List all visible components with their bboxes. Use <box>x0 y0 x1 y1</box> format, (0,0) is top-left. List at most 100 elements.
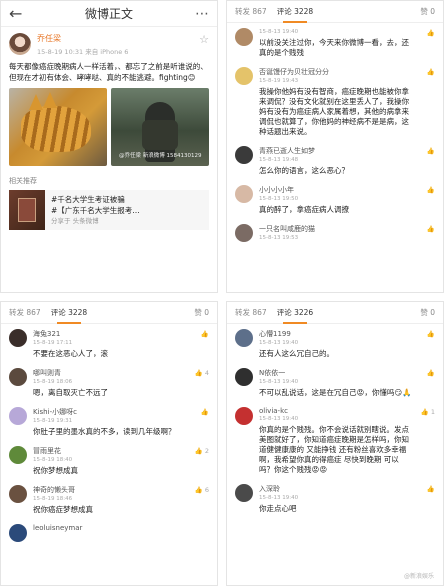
comment-item[interactable]: 哪叫则青 15-8-19 18:06 嗯，离自取灭亡不远了 👍 4 <box>1 363 217 402</box>
avatar[interactable] <box>235 28 253 46</box>
comment-text: 怎么你的语言，这么恶心？ <box>259 166 349 175</box>
comment-time: 15-8-13 19:40 <box>259 416 299 422</box>
like-icon[interactable]: 👍 <box>427 485 435 493</box>
avatar[interactable] <box>9 446 27 464</box>
comment-time: 15-8-13 19:40 <box>259 29 299 35</box>
like-icon[interactable]: 👍 6 <box>195 486 209 494</box>
stat-bar: 转发 867 评论 3226 赞 0 <box>227 302 443 324</box>
stat-bar: 转发 867 评论 3228 赞 0 <box>227 1 443 23</box>
comments-panel-b: 转发 867 评论 3228 赞 0 15-8-13 19:40 以前没关注过你，… <box>226 0 444 293</box>
comment-author[interactable]: 一只名叫咸鹿的猫 <box>259 224 413 234</box>
avatar[interactable] <box>9 485 27 503</box>
avatar[interactable] <box>9 33 31 55</box>
comment-text: 真的醉了，拿癌症病人调撩 <box>259 205 349 214</box>
comment-author[interactable]: 海兔321 <box>33 329 187 339</box>
like-icon[interactable]: 👍 4 <box>195 369 209 377</box>
comment-time: 15-8-13 19:53 <box>259 235 299 241</box>
like-icon[interactable]: 👍 <box>427 147 435 155</box>
comment-item[interactable]: 入深聆 15-8-13 19:40 你走点心吧 👍 <box>227 479 443 518</box>
comment-author[interactable]: 小小小小年 <box>259 185 413 195</box>
comment-item[interactable]: 15-8-13 19:40 以前没关注过你，今天来你微博一看，去，还真的是个贱残 👍 <box>227 23 443 62</box>
author-name[interactable]: 乔任梁 <box>37 33 209 44</box>
avatar[interactable] <box>235 185 253 203</box>
post-image-cat[interactable] <box>9 88 107 166</box>
post-image-person[interactable]: @乔任梁 新浪微博 1584130129 <box>111 88 209 166</box>
comment-author[interactable]: 心懵1199 <box>259 329 413 339</box>
avatar[interactable] <box>9 407 27 425</box>
comment-item[interactable]: 一只名叫咸鹿的猫 15-8-13 19:53 👍 <box>227 219 443 248</box>
related-line2: #【广东千名大学生报考… <box>51 205 140 215</box>
avatar[interactable] <box>9 524 27 542</box>
comment-item[interactable]: Kishi-小娜呀c 15-8-19 19:31 你肚子里的墨水真的不多，读到几年级… <box>1 402 217 441</box>
tab-reposts[interactable]: 转发 867 <box>9 307 41 318</box>
like-icon[interactable]: 👍 <box>201 408 209 416</box>
more-icon[interactable]: ⋯ <box>189 6 209 22</box>
post-time: 15-8-19 10:31 来自 iPhone 6 <box>37 48 129 56</box>
comment-item[interactable]: 冒雨里花 15-8-19 18:40 祝你梦想成真 👍 2 <box>1 441 217 480</box>
comment-author[interactable]: N依依一 <box>259 368 413 378</box>
avatar[interactable] <box>235 407 253 425</box>
avatar[interactable] <box>235 224 253 242</box>
comment-time: 15-8-13 19:40 <box>259 340 299 346</box>
like-icon[interactable]: 👍 <box>427 330 435 338</box>
avatar[interactable] <box>235 67 253 85</box>
related-thumbnail <box>9 190 45 230</box>
like-icon[interactable]: 👍 2 <box>195 447 209 455</box>
comment-item[interactable]: 青燕已逝人生如梦 15-8-13 19:48 怎么你的语言，这么恶心？ 👍 <box>227 141 443 180</box>
like-icon[interactable]: 👍 <box>427 186 435 194</box>
comment-list: 海兔321 15-8-19 17:11 不要在这恶心人了，滚 👍 哪叫则青 15-8-19… <box>1 324 217 546</box>
like-icon[interactable]: 👍 <box>201 330 209 338</box>
comments-panel-c: 转发 867 评论 3228 赞 0 海兔321 15-8-19 17:11 不要在… <box>0 301 218 586</box>
comment-author[interactable]: 否诞馒仔为贝壮冠分分 <box>259 67 413 77</box>
watermark: @新浪娱乐 <box>403 573 434 580</box>
like-icon[interactable]: 👍 <box>427 29 435 37</box>
comment-author[interactable]: Kishi-小娜呀c <box>33 407 187 417</box>
comment-item[interactable]: 小小小小年 15-8-13 19:50 真的醉了，拿癌症病人调撩 👍 <box>227 180 443 219</box>
comment-author[interactable]: olivia-kc <box>259 407 413 415</box>
comment-item[interactable]: N依依一 15-8-13 19:40 不可以乱说话，这是在冗自己😡，你懂吗😏🙏 👍 <box>227 363 443 402</box>
comment-text: 你肚子里的墨水真的不多，读到几年级啊？ <box>33 427 176 436</box>
tab-likes[interactable]: 赞 0 <box>420 6 435 17</box>
comment-author[interactable]: 入深聆 <box>259 484 413 494</box>
comment-author[interactable]: 神奇的懒头哥 <box>33 485 187 495</box>
comment-time: 15-8-19 19:31 <box>33 418 73 424</box>
comment-text: 我操你他妈有没有智商，癌症晚期也能被你拿来调侃？没有文化就别在这里丢人了，我操你… <box>259 87 409 136</box>
like-icon[interactable]: 👍 1 <box>421 408 435 416</box>
tab-comments[interactable]: 评论 3228 <box>277 6 313 23</box>
comment-time: 15-8-19 18:46 <box>33 496 73 502</box>
comment-time: 15-8-19 18:40 <box>33 457 73 463</box>
back-arrow-icon[interactable]: ← <box>9 4 29 23</box>
avatar[interactable] <box>9 368 27 386</box>
like-icon[interactable]: 👍 <box>427 68 435 76</box>
avatar[interactable] <box>235 484 253 502</box>
comment-time: 15-8-13 19:40 <box>259 379 299 385</box>
comment-text: 还有人这么冗自己的。 <box>259 349 334 358</box>
comment-item[interactable]: 神奇的懒头哥 15-8-19 18:46 祝你癌症梦想成真 👍 6 <box>1 480 217 519</box>
like-icon[interactable]: 👍 <box>427 369 435 377</box>
post-images: @乔任梁 新浪微博 1584130129 <box>1 86 217 168</box>
tab-comments[interactable]: 评论 3228 <box>51 307 87 324</box>
tab-reposts[interactable]: 转发 867 <box>235 307 267 318</box>
related-card[interactable]: #千名大学生考证被骗 #【广东千名大学生报考… 分享于 头条微博 <box>9 190 209 230</box>
comment-author[interactable]: leoluisneymar <box>33 524 187 532</box>
comment-item[interactable]: 心懵1199 15-8-13 19:40 还有人这么冗自己的。 👍 <box>227 324 443 363</box>
tab-likes[interactable]: 赞 0 <box>420 307 435 318</box>
comment-author[interactable]: 冒雨里花 <box>33 446 187 456</box>
comment-author[interactable]: 青燕已逝人生如梦 <box>259 146 413 156</box>
tab-likes[interactable]: 赞 0 <box>194 307 209 318</box>
comment-item[interactable]: olivia-kc 15-8-13 19:40 你真的是个贱残。你不会说话就别瞎说。… <box>227 402 443 479</box>
comment-item[interactable]: 海兔321 15-8-19 17:11 不要在这恶心人了，滚 👍 <box>1 324 217 363</box>
like-icon[interactable]: 👍 <box>427 225 435 233</box>
comment-author[interactable]: 哪叫则青 <box>33 368 187 378</box>
comment-item[interactable]: leoluisneymar <box>1 519 217 546</box>
tab-comments[interactable]: 评论 3226 <box>277 307 313 324</box>
star-icon[interactable]: ☆ <box>199 33 209 46</box>
comment-item[interactable]: 否诞馒仔为贝壮冠分分 15-8-19 19:43 我操你他妈有没有智商，癌症晚期也能… <box>227 62 443 141</box>
tab-reposts[interactable]: 转发 867 <box>235 6 267 17</box>
comment-text: 嗯，离自取灭亡不远了 <box>33 388 108 397</box>
avatar[interactable] <box>235 329 253 347</box>
avatar[interactable] <box>235 368 253 386</box>
avatar[interactable] <box>235 146 253 164</box>
comment-text: 以前没关注过你，今天来你微博一看，去，还真的是个贱残 <box>259 38 409 57</box>
avatar[interactable] <box>9 329 27 347</box>
